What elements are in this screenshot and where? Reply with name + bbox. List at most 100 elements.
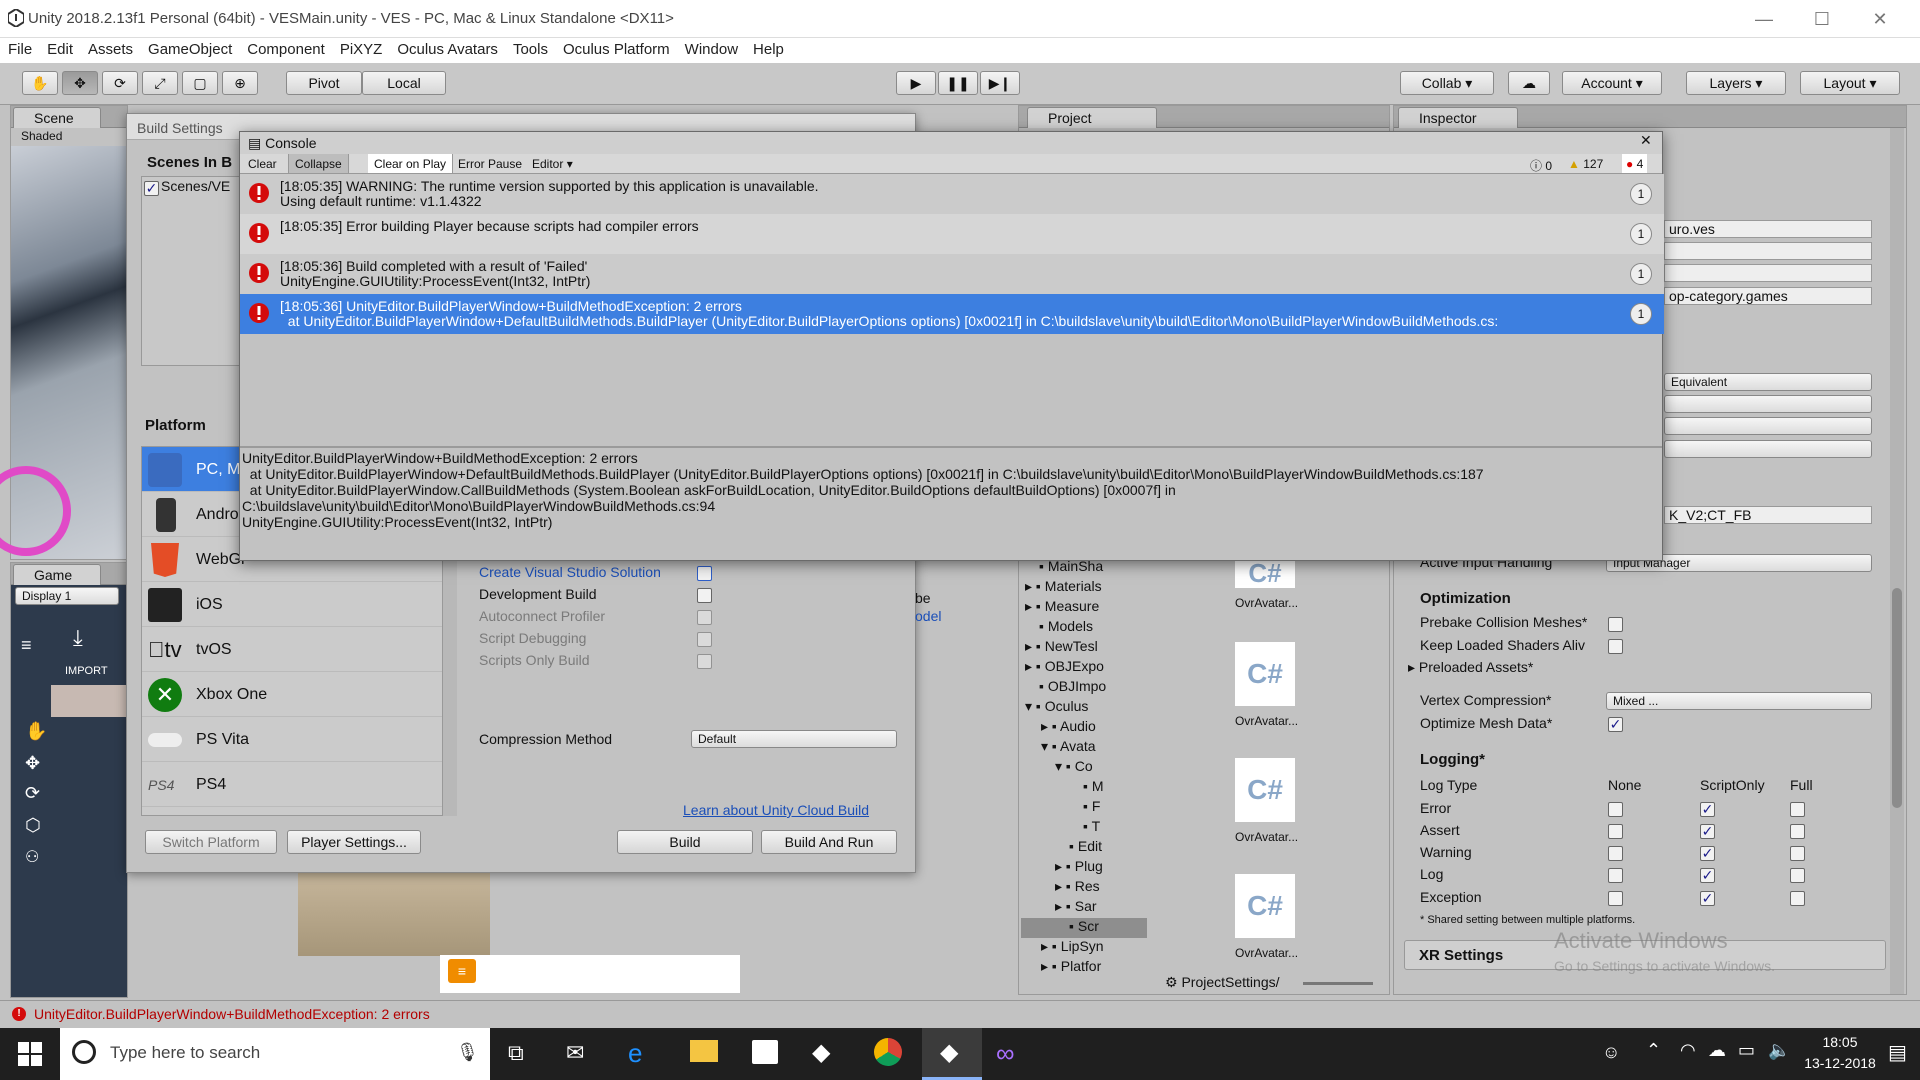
folder-item[interactable]: ▸ ▪ Sar bbox=[1021, 898, 1147, 918]
folder-item[interactable]: ▸ ▪ Measure bbox=[1021, 598, 1147, 618]
file-explorer-icon[interactable] bbox=[690, 1040, 718, 1062]
folder-item[interactable]: ▸ ▪ Plug bbox=[1021, 858, 1147, 878]
console-splitter[interactable] bbox=[240, 446, 1662, 448]
log-full-checkbox[interactable] bbox=[1790, 868, 1805, 883]
log-scriptonly-checkbox[interactable] bbox=[1700, 868, 1715, 883]
folder-item[interactable]: ▪ Edit bbox=[1021, 838, 1147, 858]
windows-start-icon[interactable] bbox=[18, 1042, 42, 1066]
folder-item[interactable]: ▪ Models bbox=[1021, 618, 1147, 638]
platform-ps4[interactable]: PS4 PS4 bbox=[142, 762, 442, 807]
inspector-dropdown[interactable] bbox=[1664, 440, 1872, 458]
console-row[interactable]: [18:05:35] Error building Player because… bbox=[240, 214, 1664, 254]
assert-scriptonly-checkbox[interactable] bbox=[1700, 824, 1715, 839]
pivot-button[interactable]: Pivot bbox=[286, 71, 362, 95]
visual-studio-icon[interactable]: ∞ bbox=[996, 1038, 1015, 1069]
platform-tvos[interactable]: tvtvOS bbox=[142, 627, 442, 672]
warning-scriptonly-checkbox[interactable] bbox=[1700, 846, 1715, 861]
cloud-button[interactable]: ☁ bbox=[1508, 71, 1550, 95]
volume-icon[interactable]: 🔈 bbox=[1768, 1040, 1790, 1061]
mail-icon[interactable]: ✉ bbox=[566, 1040, 584, 1066]
folder-item[interactable]: ▾ ▪ Co bbox=[1021, 758, 1147, 778]
folder-item[interactable]: ▸ ▪ LipSyn bbox=[1021, 938, 1147, 958]
exception-scriptonly-checkbox[interactable] bbox=[1700, 891, 1715, 906]
info-count-toggle[interactable]: ⓘ 0 bbox=[1530, 157, 1552, 174]
switch-platform-button[interactable]: Switch Platform bbox=[145, 830, 277, 854]
folder-item-selected[interactable]: ▪ Scr bbox=[1021, 918, 1147, 938]
warning-full-checkbox[interactable] bbox=[1790, 846, 1805, 861]
error-none-checkbox[interactable] bbox=[1608, 802, 1623, 817]
log-none-checkbox[interactable] bbox=[1608, 868, 1623, 883]
inspector-dropdown[interactable] bbox=[1664, 417, 1872, 435]
tab-scene[interactable]: Scene bbox=[13, 107, 101, 128]
build-and-run-button[interactable]: Build And Run bbox=[761, 830, 897, 854]
pause-button[interactable]: ❚❚ bbox=[938, 71, 978, 95]
scripting-define-field[interactable]: K_V2;CT_FB bbox=[1664, 506, 1872, 524]
file-item[interactable]: C# OvrAvatar... bbox=[1235, 758, 1298, 844]
assert-none-checkbox[interactable] bbox=[1608, 824, 1623, 839]
taskbar-search-box[interactable]: Type here to search 🎙 bbox=[60, 1028, 490, 1080]
menu-edit[interactable]: Edit bbox=[39, 38, 80, 58]
transform-tool-button[interactable]: ⊕ bbox=[222, 71, 258, 95]
clock-date[interactable]: 13-12-2018 bbox=[1800, 1055, 1880, 1071]
task-view-icon[interactable]: ⧉ bbox=[508, 1040, 524, 1066]
console-row[interactable]: [18:05:36] Build completed with a result… bbox=[240, 254, 1664, 294]
people-icon[interactable]: ☺ bbox=[1602, 1042, 1620, 1063]
keep-shaders-checkbox[interactable] bbox=[1608, 639, 1623, 654]
console-editor-dropdown[interactable]: Editor ▾ bbox=[532, 157, 573, 171]
optimize-mesh-checkbox[interactable] bbox=[1608, 717, 1623, 732]
file-item[interactable]: C# OvrAvatar... bbox=[1235, 558, 1298, 610]
close-button[interactable]: ✕ bbox=[1852, 0, 1908, 38]
platform-xbox[interactable]: ✕ Xbox One bbox=[142, 672, 442, 717]
exception-none-checkbox[interactable] bbox=[1608, 891, 1623, 906]
inspector-field[interactable] bbox=[1664, 242, 1872, 260]
prebake-checkbox[interactable] bbox=[1608, 617, 1623, 632]
error-scriptonly-checkbox[interactable] bbox=[1700, 802, 1715, 817]
rotate-gizmo-icon[interactable]: ⟳ bbox=[25, 783, 40, 804]
console-row[interactable]: [18:05:35] WARNING: The runtime version … bbox=[240, 174, 1664, 214]
scene-checkbox[interactable] bbox=[144, 181, 159, 196]
vs-solution-checkbox[interactable] bbox=[697, 566, 712, 581]
warning-none-checkbox[interactable] bbox=[1608, 846, 1623, 861]
menu-help[interactable]: Help bbox=[745, 38, 791, 58]
account-dropdown[interactable]: Account ▾ bbox=[1562, 71, 1662, 95]
folder-item[interactable]: ▸ ▪ Platfor bbox=[1021, 958, 1147, 978]
folder-item[interactable]: ▸ ▪ Audio bbox=[1021, 718, 1147, 738]
chat-icon[interactable]: ≡ bbox=[448, 959, 476, 983]
console-collapse-button[interactable]: Collapse bbox=[288, 154, 349, 173]
menu-oculus-avatars[interactable]: Oculus Avatars bbox=[389, 38, 505, 58]
platform-ios[interactable]: iOS bbox=[142, 582, 442, 627]
console-clear-button[interactable]: Clear bbox=[248, 157, 277, 171]
platform-psvita[interactable]: PS Vita bbox=[142, 717, 442, 762]
play-button[interactable]: ▶ bbox=[896, 71, 936, 95]
build-button[interactable]: Build bbox=[617, 830, 753, 854]
cloud-build-link[interactable]: Learn about Unity Cloud Build bbox=[683, 802, 869, 818]
preloaded-assets-foldout[interactable]: ▸ Preloaded Assets* bbox=[1408, 659, 1533, 676]
minimize-button[interactable]: — bbox=[1736, 0, 1792, 38]
folder-item[interactable]: ▸ ▪ NewTesl bbox=[1021, 638, 1147, 658]
file-item[interactable]: C# OvrAvatar... bbox=[1235, 874, 1298, 960]
file-item[interactable]: C# OvrAvatar... bbox=[1235, 642, 1298, 728]
zoom-slider[interactable] bbox=[1303, 982, 1373, 985]
move-tool-button[interactable]: ✥ bbox=[62, 71, 98, 95]
category-field[interactable]: op-category.games bbox=[1664, 287, 1872, 305]
menu-gameobject[interactable]: GameObject bbox=[140, 38, 239, 58]
unity-editor-taskbar-item[interactable]: ◆ bbox=[922, 1028, 982, 1080]
status-message[interactable]: UnityEditor.BuildPlayerWindow+BuildMetho… bbox=[34, 1006, 430, 1022]
tab-project[interactable]: Project bbox=[1027, 107, 1157, 128]
layers-dropdown[interactable]: Layers ▾ bbox=[1686, 71, 1786, 95]
company-field[interactable]: uro.ves bbox=[1664, 220, 1872, 238]
pan-hand-icon[interactable]: ✋ bbox=[25, 721, 47, 742]
rect-tool-button[interactable]: ▢ bbox=[182, 71, 218, 95]
scripts-only-checkbox[interactable] bbox=[697, 654, 712, 669]
rotate-tool-button[interactable]: ⟳ bbox=[102, 71, 138, 95]
folder-item[interactable]: ▪ F bbox=[1021, 798, 1147, 818]
error-count-toggle[interactable]: ● 4 bbox=[1622, 154, 1648, 173]
folder-item[interactable]: ▸ ▪ OBJExpo bbox=[1021, 658, 1147, 678]
display-dropdown[interactable]: Display 1 bbox=[15, 587, 119, 605]
folder-item[interactable]: ▪ T bbox=[1021, 818, 1147, 838]
tab-inspector[interactable]: Inspector bbox=[1398, 107, 1518, 128]
hand-tool-button[interactable]: ✋ bbox=[22, 71, 58, 95]
folder-item[interactable]: ▪ MainSha bbox=[1021, 558, 1147, 578]
menu-window[interactable]: Window bbox=[677, 38, 745, 58]
folder-item[interactable]: ▾ ▪ Avata bbox=[1021, 738, 1147, 758]
